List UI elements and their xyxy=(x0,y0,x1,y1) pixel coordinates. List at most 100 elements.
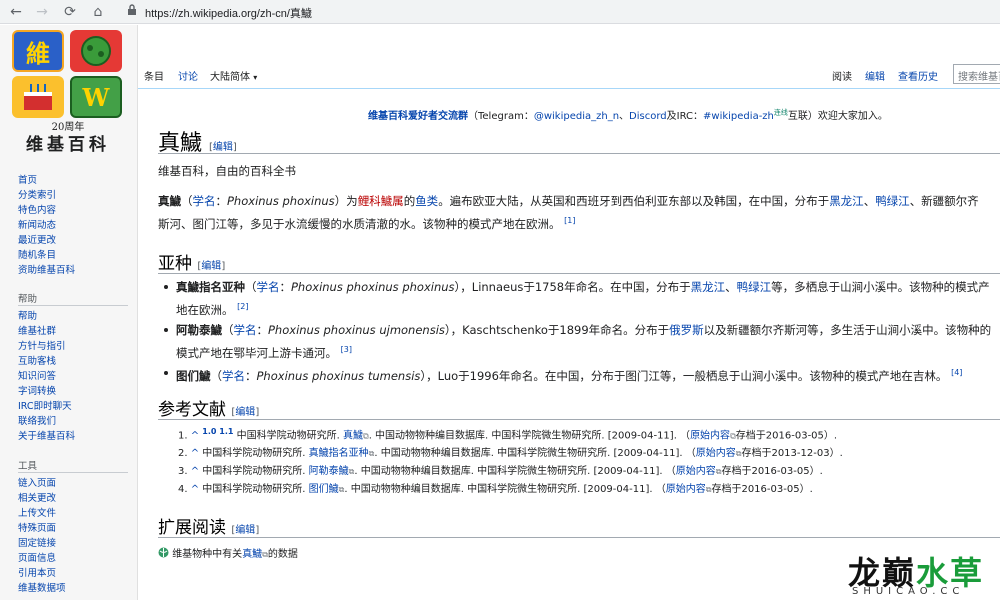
sidebar-item-what-links-here[interactable]: 链入页面 xyxy=(18,476,66,491)
tab-read[interactable]: 阅读 xyxy=(832,68,852,83)
reference-item: 3. ^ 中国科学院动物研究所. 阿勒泰鱥⧉. 中国动物物种编目数据库. 中国科… xyxy=(178,463,998,481)
back-icon[interactable]: ← xyxy=(6,2,26,22)
notice-title-link[interactable]: 维基百科爱好者交流群 xyxy=(368,111,468,122)
sidebar-item-donate[interactable]: 资助维基百科 xyxy=(18,263,75,278)
text: 存档于2016-03-05）. xyxy=(735,430,838,442)
wikipedia-logo[interactable]: 維 W 20周年 维基百科 xyxy=(12,30,124,155)
scientific-name-link[interactable]: 学名 xyxy=(257,280,280,294)
russia-link[interactable]: 俄罗斯 xyxy=(669,323,704,337)
ref-source-link[interactable]: 真鱥 xyxy=(343,430,363,441)
section-edit-link: [编辑] xyxy=(231,525,260,536)
subspecies-list: 真鱥指名亚种（学名：Phoxinus phoxinus phoxinus），Li… xyxy=(164,277,994,385)
logo-name: 维基百科 xyxy=(26,135,110,155)
subspecies-name: 图们鱥 xyxy=(176,368,211,383)
sidebar-item-news[interactable]: 新闻动态 xyxy=(18,218,75,233)
tab-talk[interactable]: 讨论 xyxy=(178,68,198,83)
forward-icon[interactable]: → xyxy=(32,2,52,22)
sidebar-item-qa[interactable]: 知识问答 xyxy=(18,369,75,384)
sidebar-item-cite[interactable]: 引用本页 xyxy=(18,566,66,581)
ref-4-link[interactable]: [4] xyxy=(951,368,962,377)
archive-link[interactable]: 原始内容 xyxy=(696,448,736,459)
ref-backlink[interactable]: ^ xyxy=(191,430,203,441)
home-icon[interactable]: ⌂ xyxy=(88,2,108,22)
url-bar[interactable]: https://zh.wikipedia.org/zh-cn/真鱥 xyxy=(145,5,312,21)
search-input[interactable]: 搜索维基百科 xyxy=(953,64,1000,84)
sidebar: 維 W 20周年 维基百科 首页 分类索引 特色内容 新闻动态 最近更改 随机条… xyxy=(0,25,138,600)
tab-history[interactable]: 查看历史 xyxy=(898,68,938,83)
sidebar-item-special-pages[interactable]: 特殊页面 xyxy=(18,521,66,536)
edit-link[interactable]: 编辑 xyxy=(201,261,221,272)
telegram-link[interactable]: @wikipedia_zh_n xyxy=(534,111,619,122)
edit-link[interactable]: 编辑 xyxy=(235,525,255,536)
text: 存档于2016-03-05）. xyxy=(711,484,813,496)
ref-source-link[interactable]: 阿勒泰鱥 xyxy=(309,466,349,477)
sidebar-item-featured[interactable]: 特色内容 xyxy=(18,203,75,218)
ref-source-link[interactable]: 真鱥指名亚种 xyxy=(309,448,369,459)
yalu-link[interactable]: 鸭绿江 xyxy=(737,280,772,294)
text: 中国科学院动物研究所. xyxy=(202,484,309,496)
tab-edit[interactable]: 编辑 xyxy=(865,68,885,83)
reload-icon[interactable]: ⟳ xyxy=(60,2,80,22)
wikispecies-link[interactable]: 真鱥 xyxy=(242,549,262,560)
sidebar-item-irc[interactable]: IRC即时聊天 xyxy=(18,399,75,414)
sidebar-item-community[interactable]: 维基社群 xyxy=(18,324,75,339)
logo-tile-3 xyxy=(12,76,64,118)
irc-link[interactable]: #wikipedia-zh xyxy=(703,111,774,122)
sidebar-item-upload[interactable]: 上传文件 xyxy=(18,506,66,521)
ref-backlink[interactable]: ^ xyxy=(191,484,203,495)
heilongjiang-link[interactable]: 黑龙江 xyxy=(829,194,864,208)
fish-link[interactable]: 鱼类 xyxy=(415,194,438,208)
tab-article[interactable]: 条目 xyxy=(144,68,164,83)
cyprinidae-link[interactable]: 鲤科 xyxy=(358,194,381,208)
sidebar-item-policies[interactable]: 方针与指引 xyxy=(18,339,75,354)
scientific-name-link[interactable]: 学名 xyxy=(234,323,257,337)
heilongjiang-link[interactable]: 黑龙江 xyxy=(691,280,726,294)
archive-link[interactable]: 原始内容 xyxy=(690,430,730,441)
ref-backlink[interactable]: ^ xyxy=(191,448,203,459)
subspecies-name: 真鱥指名亚种 xyxy=(176,280,245,294)
sidebar-item-recent-changes[interactable]: 最近更改 xyxy=(18,233,75,248)
ref-source-link[interactable]: 图们鱥 xyxy=(309,484,339,495)
sidebar-item-village-pump[interactable]: 互助客栈 xyxy=(18,354,75,369)
watermark-logo: 龙巅水草 SHUICAO.CC xyxy=(848,548,998,600)
sidebar-item-random[interactable]: 随机条目 xyxy=(18,248,75,263)
yalu-link[interactable]: 鸭绿江 xyxy=(875,194,910,208)
scientific-name-link[interactable]: 学名 xyxy=(222,368,245,382)
archive-link[interactable]: 原始内容 xyxy=(666,484,706,495)
title-divider xyxy=(158,153,1000,154)
sidebar-item-help[interactable]: 帮助 xyxy=(18,309,75,324)
text: 的数据 xyxy=(267,549,298,560)
section-further-reading-heading: 扩展阅读 [编辑] xyxy=(158,513,259,538)
phoxinus-link[interactable]: 鱥属 xyxy=(381,194,404,208)
scientific-name-link[interactable]: 学名 xyxy=(193,194,216,208)
ref-3-link[interactable]: [3] xyxy=(341,345,352,354)
discord-link[interactable]: Discord xyxy=(629,111,667,122)
sidebar-item-permalink[interactable]: 固定链接 xyxy=(18,536,66,551)
text: ），Linnaeus于1758年命名。在中国，分布于 xyxy=(454,280,691,294)
text: （ xyxy=(181,194,193,208)
ref-backlink[interactable]: ^ xyxy=(191,466,203,477)
lock-icon[interactable] xyxy=(127,4,137,16)
sidebar-item-related-changes[interactable]: 相关更改 xyxy=(18,491,66,506)
irc-connect-link[interactable]: 连线 xyxy=(774,109,788,117)
sidebar-item-main-page[interactable]: 首页 xyxy=(18,173,75,188)
ref-backlink-sup[interactable]: 1.0 1.1 xyxy=(202,427,233,436)
references-list: 1. ^ 1.0 1.1 中国科学院动物研究所. 真鱥⧉. 中国动物物种编目数据… xyxy=(178,423,998,499)
sidebar-item-about[interactable]: 关于维基百科 xyxy=(18,429,75,444)
chevron-down-icon: ▾ xyxy=(253,73,258,82)
tab-variant[interactable]: 大陆简体 ▾ xyxy=(210,68,257,83)
sidebar-item-conversion[interactable]: 字词转换 xyxy=(18,384,75,399)
edit-link[interactable]: 编辑 xyxy=(235,407,255,418)
text: . 中国动物物种编目数据库. 中国科学院微生物研究所. [2009-04-11]… xyxy=(368,430,691,442)
sidebar-item-page-info[interactable]: 页面信息 xyxy=(18,551,66,566)
logo-tile-2 xyxy=(70,30,122,72)
variant-label: 大陆简体 xyxy=(210,72,250,83)
edit-link[interactable]: 编辑 xyxy=(213,142,233,153)
archive-link[interactable]: 原始内容 xyxy=(676,466,716,477)
sidebar-item-wikidata[interactable]: 维基数据项 xyxy=(18,581,66,596)
ref-1-link[interactable]: [1] xyxy=(564,216,575,225)
sidebar-item-contact[interactable]: 联络我们 xyxy=(18,414,75,429)
sidebar-item-categories[interactable]: 分类索引 xyxy=(18,188,75,203)
sidebar-main-nav: 首页 分类索引 特色内容 新闻动态 最近更改 随机条目 资助维基百科 xyxy=(18,173,75,278)
ref-2-link[interactable]: [2] xyxy=(237,302,248,311)
